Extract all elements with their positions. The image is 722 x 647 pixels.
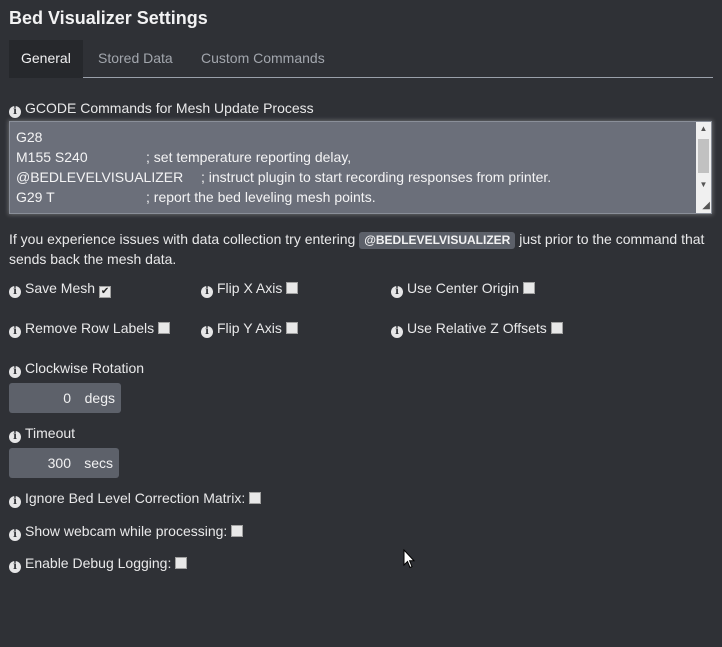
option-debug-logging: i Enable Debug Logging: (9, 555, 188, 573)
save-mesh-checkbox[interactable]: ✔ (99, 286, 112, 298)
info-icon[interactable]: i (9, 529, 21, 541)
mouse-cursor-icon (403, 549, 415, 569)
check-icon: ✔ (100, 286, 110, 297)
timeout-unit: secs (84, 455, 113, 471)
show-webcam-checkbox[interactable] (231, 525, 244, 537)
rotation-unit: degs (84, 390, 115, 406)
timeout-input-group: 300 secs (9, 448, 119, 478)
option-show-webcam: i Show webcam while processing: (9, 523, 244, 541)
gcode-line: G28 (16, 129, 43, 145)
code-badge: @BEDLEVELVISUALIZER (359, 232, 516, 249)
tab-general[interactable]: General (9, 40, 83, 78)
scroll-down-icon[interactable]: ▼ (696, 178, 711, 192)
rotation-input[interactable]: 0 (9, 383, 71, 413)
info-icon[interactable]: i (391, 286, 403, 298)
option-flip-y: i Flip Y Axis (201, 320, 298, 338)
gcode-text[interactable]: G28 M155 S240 ; set temperature reportin… (16, 127, 691, 207)
gcode-line: @BEDLEVELVISUALIZER ; instruct plugin to… (16, 169, 552, 185)
relative-z-checkbox[interactable] (550, 322, 563, 334)
tab-stored-data[interactable]: Stored Data (86, 40, 185, 77)
info-icon[interactable]: i (9, 286, 21, 298)
option-relative-z: i Use Relative Z Offsets (391, 320, 563, 338)
center-origin-checkbox[interactable] (523, 282, 536, 294)
info-icon[interactable]: i (9, 431, 21, 443)
timeout-input[interactable]: 300 (9, 448, 71, 478)
help-text: If you experience issues with data colle… (9, 231, 705, 267)
rotation-input-group: 0 degs (9, 383, 121, 413)
gcode-textarea[interactable]: G28 M155 S240 ; set temperature reportin… (9, 121, 712, 214)
flip-x-checkbox[interactable] (286, 282, 299, 294)
info-icon[interactable]: i (201, 326, 213, 338)
info-icon[interactable]: i (201, 286, 213, 298)
info-icon[interactable]: i (9, 496, 21, 508)
timeout-label: i Timeout (9, 425, 75, 443)
gcode-label: i GCODE Commands for Mesh Update Process (9, 100, 314, 118)
resize-grip-icon[interactable]: ◢ (698, 200, 710, 212)
scroll-thumb[interactable] (698, 139, 709, 173)
info-icon[interactable]: i (391, 326, 403, 338)
settings-tabs: General Stored Data Custom Commands (9, 40, 713, 78)
option-save-mesh: i Save Mesh ✔ (9, 280, 112, 298)
option-remove-row-labels: i Remove Row Labels (9, 320, 171, 338)
option-flip-x: i Flip X Axis (201, 280, 299, 298)
info-icon[interactable]: i (9, 106, 21, 118)
flip-y-checkbox[interactable] (285, 322, 298, 334)
gcode-line: M155 S240 ; set temperature reporting de… (16, 149, 352, 165)
rotation-label: i Clockwise Rotation (9, 360, 144, 378)
info-icon[interactable]: i (9, 366, 21, 378)
gcode-line: G29 T ; report the bed leveling mesh poi… (16, 189, 376, 205)
remove-row-labels-checkbox[interactable] (158, 322, 171, 334)
info-icon[interactable]: i (9, 561, 21, 573)
tab-custom-commands[interactable]: Custom Commands (189, 40, 337, 77)
info-icon[interactable]: i (9, 326, 21, 338)
option-center-origin: i Use Center Origin (391, 280, 536, 298)
option-ignore-matrix: i Ignore Bed Level Correction Matrix: (9, 490, 262, 508)
debug-logging-checkbox[interactable] (175, 557, 188, 569)
ignore-matrix-checkbox[interactable] (249, 492, 262, 504)
page-title: Bed Visualizer Settings (9, 8, 208, 28)
scroll-up-icon[interactable]: ▲ (696, 122, 711, 136)
